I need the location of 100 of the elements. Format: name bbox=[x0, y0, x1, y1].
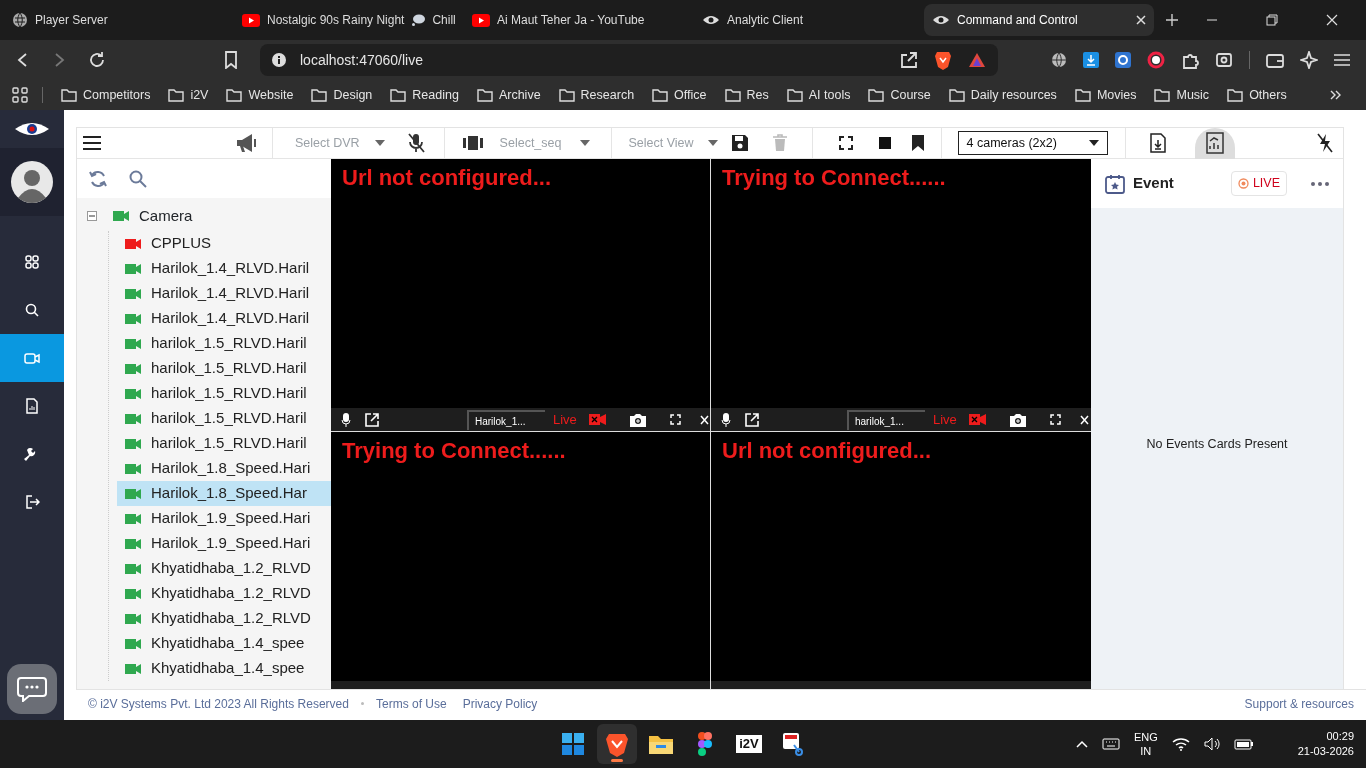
close-icon[interactable] bbox=[1136, 15, 1146, 25]
tree-item[interactable]: harilok_1.5_RLVD.Haril bbox=[117, 381, 331, 406]
globe-icon[interactable] bbox=[1051, 52, 1067, 68]
flash-off-icon[interactable] bbox=[1317, 133, 1333, 153]
tree-item[interactable]: Khyatidhaba_1.2_RLVD bbox=[117, 581, 331, 606]
collapse-icon[interactable] bbox=[87, 211, 97, 221]
tree-item[interactable]: Harilok_1.4_RLVD.Haril bbox=[117, 306, 331, 331]
tree-item[interactable]: Harilok_1.9_Speed.Hari bbox=[117, 506, 331, 531]
close-icon[interactable] bbox=[1326, 14, 1338, 26]
caret-icon[interactable] bbox=[580, 140, 591, 146]
download-icon[interactable] bbox=[1083, 52, 1099, 68]
footer-link[interactable]: Privacy Policy bbox=[462, 694, 538, 713]
keyboard-icon[interactable] bbox=[1101, 738, 1120, 750]
language-indicator[interactable]: ENG IN bbox=[1133, 729, 1158, 759]
tree-item[interactable]: CPPLUS bbox=[117, 231, 331, 256]
tree-item[interactable]: harilok_1.5_RLVD.Haril bbox=[117, 356, 331, 381]
camera-name-field[interactable]: Harilok_1... bbox=[467, 409, 545, 430]
refresh-icon[interactable] bbox=[89, 168, 107, 189]
film-icon[interactable] bbox=[462, 135, 483, 151]
bookmark[interactable]: Reading bbox=[390, 85, 459, 105]
bookmark[interactable]: Music bbox=[1154, 85, 1210, 105]
bookmark[interactable]: Daily resources bbox=[948, 85, 1057, 105]
snapshot-icon[interactable] bbox=[629, 412, 646, 427]
wifi-icon[interactable] bbox=[1171, 737, 1190, 751]
live-button[interactable]: LIVE bbox=[1230, 171, 1287, 196]
tree-item[interactable]: Khyatidhaba_1.2_RLVD bbox=[117, 606, 331, 631]
tree-item[interactable]: harilok_1.5_RLVD.Haril bbox=[117, 331, 331, 356]
bookmark[interactable]: Course bbox=[868, 85, 931, 105]
menu-icon[interactable] bbox=[83, 136, 101, 150]
search-icon[interactable] bbox=[129, 169, 147, 188]
caret-icon[interactable] bbox=[374, 140, 385, 146]
tree-item[interactable]: harilok_1.5_RLVD.Haril bbox=[117, 406, 331, 431]
snapshot-icon[interactable] bbox=[1009, 412, 1026, 427]
tree-item[interactable]: Harilok_1.4_RLVD.Haril bbox=[117, 256, 331, 281]
tree-item[interactable]: harilok_1.5_RLVD.Haril bbox=[117, 431, 331, 456]
chevron-up-icon[interactable] bbox=[1075, 740, 1088, 748]
external-link-icon[interactable] bbox=[365, 412, 379, 427]
new-tab-icon[interactable] bbox=[1166, 14, 1178, 26]
taskbar-app[interactable] bbox=[597, 724, 637, 764]
bookmark[interactable]: Res bbox=[724, 85, 769, 105]
apps-icon[interactable] bbox=[12, 87, 28, 103]
bookmark[interactable]: AI tools bbox=[786, 85, 851, 105]
battery-icon[interactable] bbox=[1233, 738, 1254, 750]
restore-icon[interactable] bbox=[1266, 14, 1278, 26]
document-download-icon[interactable] bbox=[1149, 133, 1166, 153]
chevron-icon[interactable] bbox=[1330, 89, 1342, 101]
chat-button[interactable] bbox=[7, 664, 57, 714]
bookmark[interactable]: Others bbox=[1227, 85, 1287, 105]
record-icon[interactable] bbox=[588, 414, 606, 425]
bookmark-icon[interactable] bbox=[224, 51, 238, 69]
tree-item[interactable]: Khyatidhaba_1.2_RLVD bbox=[117, 556, 331, 581]
reload-icon[interactable] bbox=[88, 51, 106, 69]
external-link-icon[interactable] bbox=[745, 412, 759, 427]
bookmark[interactable]: Website bbox=[226, 85, 294, 105]
bookmark[interactable]: Archive bbox=[476, 85, 541, 105]
support-link[interactable]: Support & resources bbox=[1244, 694, 1354, 713]
mic-icon[interactable] bbox=[341, 412, 351, 427]
clock[interactable]: 00:29 21-03-2026 bbox=[1297, 728, 1354, 760]
footer-link[interactable]: Terms of Use bbox=[375, 694, 447, 713]
share-icon[interactable] bbox=[900, 51, 918, 69]
ring-icon[interactable] bbox=[1147, 51, 1165, 69]
bookmark[interactable]: Movies bbox=[1074, 85, 1137, 105]
fullscreen-icon[interactable] bbox=[838, 136, 853, 150]
browser-tab[interactable]: Command and Control bbox=[924, 4, 1154, 36]
browser-tab[interactable]: Ai Maut Teher Ja - YouTube bbox=[464, 4, 694, 36]
mic-off-icon[interactable] bbox=[406, 133, 425, 153]
tree-item[interactable]: Harilok_1.4_RLVD.Haril bbox=[117, 281, 331, 306]
mic-icon[interactable] bbox=[721, 412, 731, 427]
address-text[interactable]: localhost:47060/live bbox=[300, 49, 423, 71]
camera-name-field[interactable]: harilok_1... bbox=[847, 409, 925, 430]
bookmark[interactable]: Office bbox=[652, 85, 707, 105]
save-icon[interactable] bbox=[730, 134, 749, 152]
bookmark-icon[interactable] bbox=[910, 134, 925, 152]
volume-icon[interactable] bbox=[1203, 737, 1220, 751]
bookmark[interactable]: Design bbox=[311, 85, 373, 105]
wallet-icon[interactable] bbox=[1266, 52, 1284, 68]
bookmark[interactable]: Research bbox=[558, 85, 635, 105]
tree-item[interactable]: Harilok_1.9_Speed.Hari bbox=[117, 531, 331, 556]
browser-tab[interactable]: Player Server bbox=[4, 4, 234, 36]
stop-icon[interactable] bbox=[878, 137, 891, 149]
tree-item[interactable]: Harilok_1.8_Speed.Hari bbox=[117, 456, 331, 481]
megaphone-icon[interactable] bbox=[235, 133, 259, 153]
triangle-icon[interactable] bbox=[968, 52, 986, 68]
sparkle-icon[interactable] bbox=[1300, 51, 1318, 69]
caret-icon[interactable] bbox=[707, 140, 718, 146]
browser-tab[interactable]: Nostalgic 90s Rainy Night Chill bbox=[234, 4, 464, 36]
bookmark[interactable]: i2V bbox=[168, 85, 209, 105]
more-icon[interactable] bbox=[1311, 181, 1329, 186]
chart-document-icon bbox=[1204, 132, 1225, 154]
bookmark[interactable]: Competitors bbox=[61, 85, 151, 105]
tree-item[interactable]: Camera bbox=[139, 204, 193, 228]
record-icon[interactable] bbox=[968, 414, 986, 425]
report-button[interactable] bbox=[1194, 127, 1235, 159]
layout-select[interactable]: 4 cameras (2x2) bbox=[957, 131, 1108, 155]
browser-tab[interactable]: Analytic Client bbox=[694, 4, 924, 36]
tree-item[interactable]: Khyatidhaba_1.4_spee bbox=[117, 631, 331, 656]
tree-item[interactable]: Khyatidhaba_1.4_spee bbox=[117, 656, 331, 681]
taskbar-app[interactable]: i2V bbox=[729, 724, 769, 764]
tree-item[interactable]: Harilok_1.8_Speed.Har bbox=[117, 481, 331, 506]
avatar-icon[interactable] bbox=[11, 161, 53, 203]
